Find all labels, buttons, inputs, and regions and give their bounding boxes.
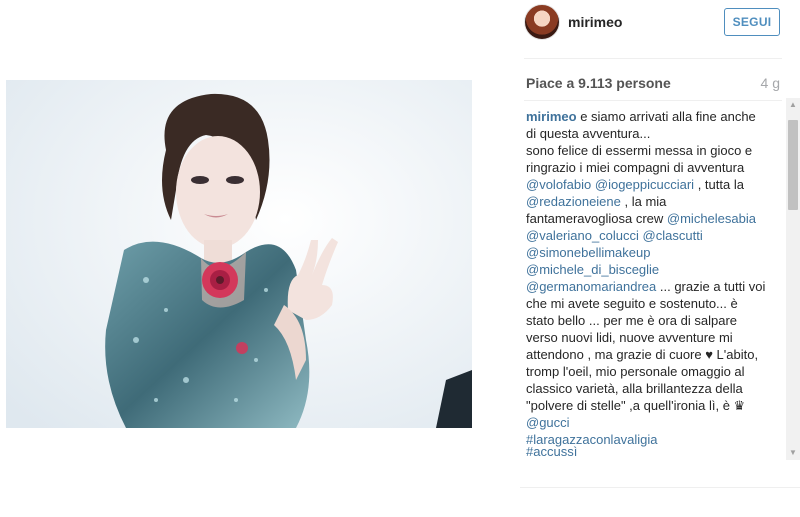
caption-scrollbar[interactable]: ▲ ▼ <box>786 98 800 460</box>
caption-line: ringrazio i miei compagni di avventura <box>526 159 778 176</box>
caption-line: @redazioneiene , la mia <box>526 193 778 210</box>
caption-line: stato bello ... per me è ora di salpare <box>526 312 778 329</box>
caption-line: @valeriano_colucci @clascutti <box>526 227 778 244</box>
post-media-area <box>0 0 520 517</box>
caption-line: @michele_di_bisceglie <box>526 261 778 278</box>
caption-line: @germanomariandrea ... grazie a tutti vo… <box>526 278 778 295</box>
mention-link[interactable]: @clascutti <box>643 228 703 243</box>
mention-link[interactable]: @simonebellimakeup <box>526 245 650 260</box>
caption-text: ringrazio i miei compagni di avventura <box>526 160 745 175</box>
caption-line: tromp l'oeil, mio personale omaggio al <box>526 363 778 380</box>
caption-line: di questa avventura... <box>526 125 778 142</box>
caption-text: , tutta la <box>694 177 744 192</box>
scroll-down-arrow-icon[interactable]: ▼ <box>786 446 800 460</box>
caption-line: classico varietà, alla brillantezza dell… <box>526 380 778 397</box>
caption-text: "polvere di stelle" ,a quell'ironia lì, … <box>526 398 746 413</box>
post-photo[interactable] <box>6 80 472 428</box>
mention-link[interactable]: @valeriano_colucci <box>526 228 639 243</box>
mention-link[interactable]: @redazioneiene <box>526 194 621 209</box>
photo-illustration <box>6 80 472 428</box>
caption-text: che mi avete seguito e sostenuto... è <box>526 296 738 311</box>
scroll-up-arrow-icon[interactable]: ▲ <box>786 98 800 112</box>
caption-line: "polvere di stelle" ,a quell'ironia lì, … <box>526 397 778 414</box>
mention-link[interactable]: @volofabio <box>526 177 591 192</box>
caption-text: fantameravogliosa crew <box>526 211 667 226</box>
caption-line: che mi avete seguito e sostenuto... è <box>526 295 778 312</box>
post-time[interactable]: 4 g <box>761 75 780 91</box>
divider <box>520 487 800 488</box>
caption-line: fantameravogliosa crew @michelesabia <box>526 210 778 227</box>
likes-count[interactable]: Piace a 9.113 persone <box>526 75 671 91</box>
caption-line: sono felice di essermi messa in gioco e <box>526 142 778 159</box>
post-caption: mirimeo e siamo arrivati alla fine anche… <box>526 108 778 462</box>
caption-line: @gucci <box>526 414 778 431</box>
avatar[interactable] <box>524 4 560 40</box>
mention-link[interactable]: @gucci <box>526 415 570 430</box>
mention-link[interactable]: mirimeo <box>526 109 577 124</box>
mention-link[interactable]: @iogeppicucciari <box>595 177 694 192</box>
mention-link[interactable]: @michelesabia <box>667 211 756 226</box>
caption-line: @simonebellimakeup <box>526 244 778 261</box>
divider <box>524 58 782 59</box>
caption-line: attendono , ma grazie di cuore ♥ L'abito… <box>526 346 778 363</box>
mention-link[interactable]: @germanomariandrea <box>526 279 656 294</box>
follow-button[interactable]: SEGUI <box>724 8 780 36</box>
caption-text: di questa avventura... <box>526 126 651 141</box>
caption-text: tromp l'oeil, mio personale omaggio al <box>526 364 745 379</box>
caption-text: classico varietà, alla brillantezza dell… <box>526 381 743 396</box>
caption-line: mirimeo e siamo arrivati alla fine anche <box>526 108 778 125</box>
caption-line: @volofabio @iogeppicucciari , tutta la <box>526 176 778 193</box>
caption-line: verso nuovi lidi, nuove avventure mi <box>526 329 778 346</box>
post-side-panel: mirimeo SEGUI Piace a 9.113 persone 4 g … <box>510 0 800 490</box>
caption-text: verso nuovi lidi, nuove avventure mi <box>526 330 733 345</box>
caption-text: ... grazie a tutti voi <box>656 279 766 294</box>
caption-text: stato bello ... per me è ora di salpare <box>526 313 738 328</box>
caption-text: , la mia <box>620 194 667 209</box>
caption-text: attendono , ma grazie di cuore ♥ L'abito… <box>526 347 759 362</box>
username-link[interactable]: mirimeo <box>568 14 622 30</box>
caption-text: e siamo arrivati alla fine anche <box>576 109 756 124</box>
hashtag-link[interactable]: #accussì <box>526 444 577 459</box>
divider <box>524 100 782 101</box>
caption-text: sono felice di essermi messa in gioco e <box>526 143 753 158</box>
mention-link[interactable]: @michele_di_bisceglie <box>526 262 659 277</box>
scroll-thumb[interactable] <box>788 120 798 210</box>
post-header: mirimeo SEGUI <box>510 0 800 50</box>
